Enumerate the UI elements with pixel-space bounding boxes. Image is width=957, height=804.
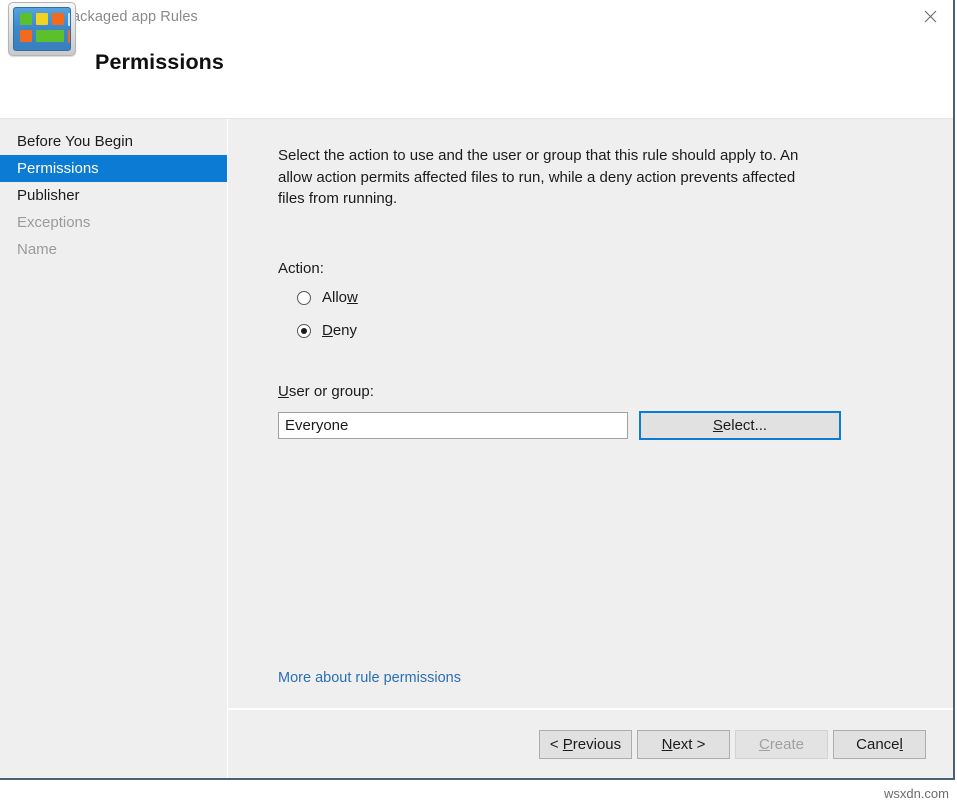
- cancel-button[interactable]: Cancel: [833, 730, 926, 759]
- sidebar-item-exceptions[interactable]: Exceptions: [0, 209, 227, 236]
- sidebar-item-before-you-begin[interactable]: Before You Begin: [0, 128, 227, 155]
- app-icon-tile: [36, 30, 64, 42]
- action-group: Action: Allow Deny: [278, 260, 915, 343]
- dialog-window: Create Packaged app Rules Permissions Be…: [0, 0, 955, 780]
- sidebar-item-name[interactable]: Name: [0, 236, 227, 263]
- app-icon-tile: [36, 13, 48, 25]
- radio-label-allow: Allow: [322, 289, 358, 306]
- intro-text: Select the action to use and the user or…: [278, 145, 808, 210]
- content-column: Select the action to use and the user or…: [228, 119, 953, 778]
- radio-deny-selected[interactable]: [297, 324, 311, 338]
- action-label: Action:: [278, 260, 915, 277]
- previous-button[interactable]: < Previous: [539, 730, 632, 759]
- app-icon-tile: [20, 30, 32, 42]
- radio-label-deny: Deny: [322, 322, 357, 339]
- watermark: wsxdn.com: [884, 786, 949, 801]
- sidebar-item-permissions[interactable]: Permissions: [0, 155, 227, 182]
- app-icon-frame: [8, 2, 76, 56]
- user-or-group-row: Select...: [278, 411, 915, 440]
- app-icon-tile: [68, 30, 71, 43]
- select-button[interactable]: Select...: [639, 411, 841, 440]
- close-icon[interactable]: [907, 0, 953, 32]
- user-or-group-input[interactable]: [278, 412, 628, 439]
- create-button: Create: [735, 730, 828, 759]
- wizard-steps-sidebar: Before You BeginPermissionsPublisherExce…: [0, 119, 228, 778]
- dialog-body: Before You BeginPermissionsPublisherExce…: [0, 119, 953, 778]
- sidebar-item-publisher[interactable]: Publisher: [0, 182, 227, 209]
- radio-option-deny[interactable]: Deny: [297, 319, 357, 343]
- user-or-group-label: User or group:: [278, 383, 915, 400]
- app-icon-tile: [52, 13, 64, 25]
- more-about-rule-permissions-link[interactable]: More about rule permissions: [278, 670, 461, 686]
- app-icon-tile: [20, 13, 32, 25]
- main-content: Select the action to use and the user or…: [228, 119, 953, 708]
- dialog-footer: < PreviousNext >CreateCancel: [228, 708, 953, 778]
- app-icon-screen: [13, 7, 71, 51]
- app-icon-tile: [68, 13, 71, 26]
- user-or-group-group: User or group: Select...: [278, 383, 915, 440]
- radio-allow-unselected[interactable]: [297, 291, 311, 305]
- title-bar: Create Packaged app Rules: [0, 0, 953, 34]
- radio-option-allow[interactable]: Allow: [297, 286, 358, 310]
- packaged-app-icon: [8, 2, 80, 58]
- next-button[interactable]: Next >: [637, 730, 730, 759]
- action-radio-list: Allow Deny: [278, 286, 915, 343]
- page-title: Permissions: [95, 50, 224, 75]
- page-header: Permissions: [0, 34, 953, 119]
